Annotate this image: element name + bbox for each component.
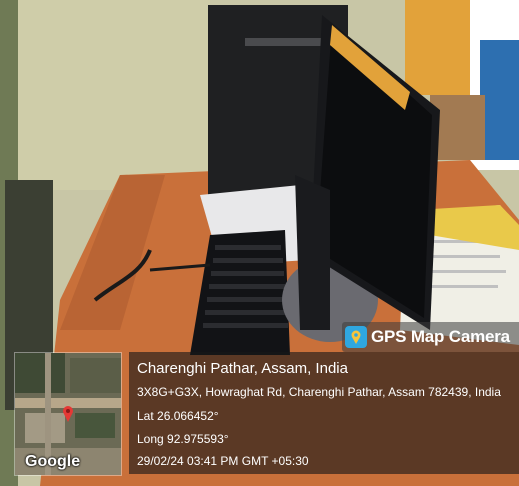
geotag-overlay: Google Charenghi Pathar, Assam, India 3X… <box>0 350 519 486</box>
longitude-text: Long 92.975593° <box>137 432 229 446</box>
address-text: 3X8G+G3X, Howraghat Rd, Charenghi Pathar… <box>137 385 501 399</box>
place-name: Charenghi Pathar, Assam, India <box>137 360 348 377</box>
gps-map-camera-badge: GPS Map Camera <box>342 322 519 352</box>
location-info-panel: Charenghi Pathar, Assam, India 3X8G+G3X,… <box>129 352 519 474</box>
map-pin-camera-icon <box>345 326 367 348</box>
timestamp-text: 29/02/24 03:41 PM GMT +05:30 <box>137 454 309 468</box>
google-label: Google <box>25 453 81 470</box>
map-thumbnail: Google <box>14 352 122 476</box>
photo-scene: GPS Map Camera Google Charenghi Pathar, … <box>0 0 519 486</box>
latitude-text: Lat 26.066452° <box>137 409 219 423</box>
app-name: GPS Map Camera <box>371 327 510 346</box>
